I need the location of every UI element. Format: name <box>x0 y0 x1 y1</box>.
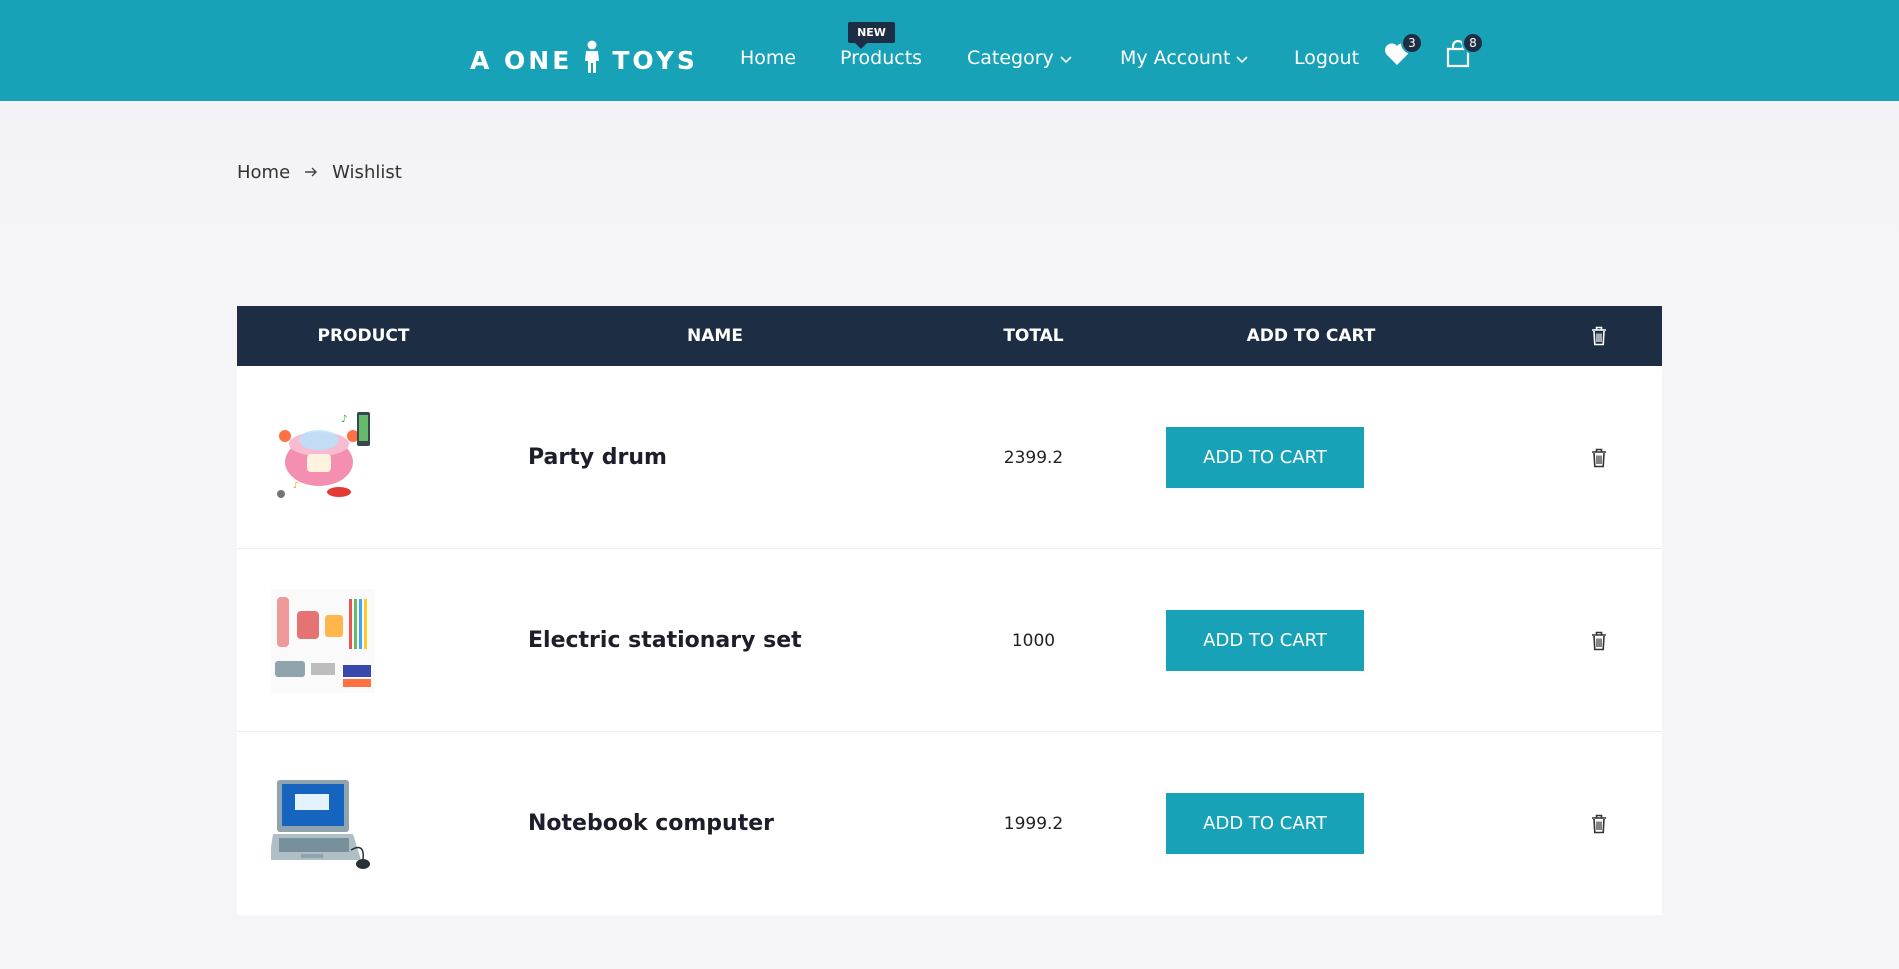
svg-text:♪: ♪ <box>341 414 347 425</box>
trash-icon[interactable] <box>1587 629 1611 653</box>
nav-category-label: Category <box>967 47 1054 69</box>
trash-icon <box>1577 306 1621 366</box>
column-header-name: NAME <box>687 326 743 346</box>
wishlist-count-badge: 3 <box>1401 32 1423 54</box>
product-total: 2399.2 <box>1003 447 1064 468</box>
site-logo[interactable]: A ONE TOYS <box>470 40 698 80</box>
add-to-cart-button[interactable]: ADD TO CART <box>1166 610 1364 671</box>
table-row: Electric stationary set 1000 ADD TO CART <box>237 549 1662 732</box>
cart-count-badge: 8 <box>1462 32 1484 54</box>
nav-products-label: Products <box>840 47 923 69</box>
product-total: 1999.2 <box>1003 813 1064 834</box>
notebook-computer-image <box>269 772 375 876</box>
nav-products[interactable]: Products <box>840 46 922 70</box>
table-row: Notebook computer 1999.2 ADD TO CART <box>237 732 1662 915</box>
party-drum-toy-image: ♪ ♪ <box>271 406 375 510</box>
table-row: ♪ ♪ Party drum 2399.2 ADD TO CART <box>237 366 1662 549</box>
svg-text:♪: ♪ <box>293 481 299 491</box>
site-header: A ONE TOYS Home NEW Products Category My… <box>0 0 1899 101</box>
chevron-down-icon <box>1060 47 1072 69</box>
column-header-total: TOTAL <box>1003 326 1064 346</box>
stationary-set-image <box>271 589 375 693</box>
product-name[interactable]: Notebook computer <box>528 732 774 915</box>
trash-icon[interactable] <box>1587 812 1611 836</box>
nav-logout-label: Logout <box>1294 47 1360 69</box>
chevron-down-icon <box>1236 47 1248 69</box>
child-figure-icon <box>582 40 602 80</box>
nav-home-label: Home <box>740 47 797 69</box>
logo-text-left: A ONE <box>470 45 573 75</box>
product-name[interactable]: Party drum <box>528 366 667 549</box>
breadcrumb-current: Wishlist <box>332 161 402 183</box>
arrow-right-icon <box>304 162 318 183</box>
product-thumbnail[interactable] <box>271 589 375 693</box>
logo-text-right: TOYS <box>612 45 698 75</box>
new-badge: NEW <box>848 22 895 49</box>
nav-home[interactable]: Home <box>740 46 796 70</box>
product-thumbnail[interactable]: ♪ ♪ <box>271 406 375 510</box>
nav-my-account[interactable]: My Account <box>1120 46 1248 70</box>
product-name[interactable]: Electric stationary set <box>528 549 802 732</box>
nav-category[interactable]: Category <box>967 46 1072 70</box>
add-to-cart-button[interactable]: ADD TO CART <box>1166 793 1364 854</box>
cart-button[interactable]: 8 <box>1443 32 1484 71</box>
product-thumbnail[interactable] <box>269 772 375 876</box>
breadcrumb: Home Wishlist <box>237 161 402 183</box>
column-header-add-to-cart: ADD TO CART <box>1246 326 1376 346</box>
trash-icon[interactable] <box>1587 446 1611 470</box>
add-to-cart-button[interactable]: ADD TO CART <box>1166 427 1364 488</box>
product-total: 1000 <box>1011 630 1056 651</box>
column-header-product: PRODUCT <box>317 326 410 346</box>
wishlist-table: PRODUCT NAME TOTAL ADD TO CART ♪ ♪ Party… <box>237 306 1662 915</box>
wishlist-button[interactable]: 3 <box>1382 32 1423 71</box>
table-header: PRODUCT NAME TOTAL ADD TO CART <box>237 306 1662 366</box>
nav-my-account-label: My Account <box>1120 47 1231 69</box>
breadcrumb-home[interactable]: Home <box>237 162 290 183</box>
nav-logout[interactable]: Logout <box>1294 46 1359 70</box>
